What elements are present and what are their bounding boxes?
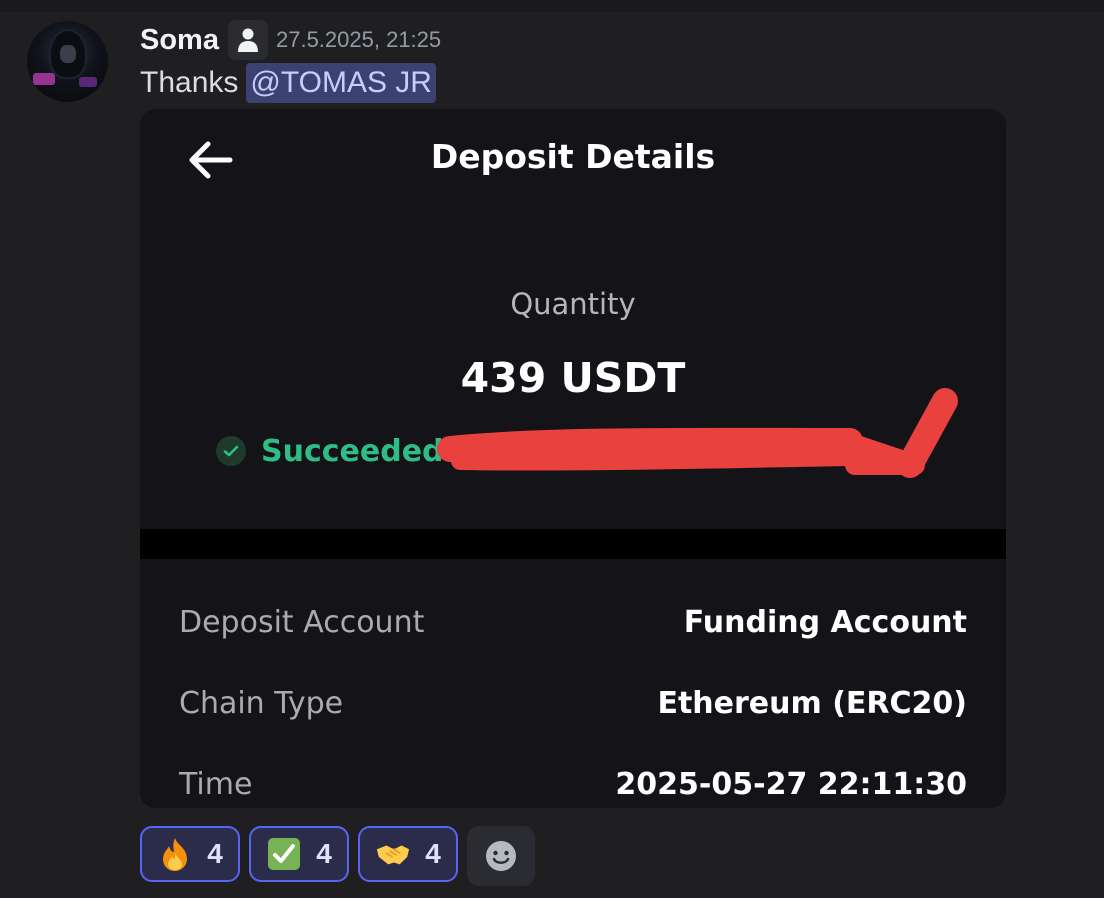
- success-check-icon: [216, 436, 246, 466]
- message-text: Thanks: [140, 66, 239, 99]
- message-header: Soma 27.5.2025, 21:25: [140, 20, 441, 60]
- deposit-info-panel: Deposit Account Funding Account Chain Ty…: [140, 559, 1006, 808]
- reaction-count: 4: [425, 838, 441, 869]
- handshake-icon: [375, 836, 411, 872]
- check-mark-button-icon: [266, 836, 302, 872]
- message-body: Thanks @TOMAS JR: [140, 62, 436, 104]
- detail-row-deposit-account: Deposit Account Funding Account: [179, 600, 967, 644]
- smiley-icon: [486, 841, 516, 871]
- detail-label: Deposit Account: [179, 604, 425, 640]
- reaction-bar: 4 4 4: [140, 826, 535, 886]
- avatar-face: [60, 45, 76, 63]
- status-row: Succeeded: [216, 431, 444, 471]
- reaction-count: 4: [207, 838, 223, 869]
- detail-value: Ethereum (ERC20): [657, 685, 967, 721]
- image-attachment[interactable]: Deposit Details Quantity 439 USDT Succee…: [140, 109, 1006, 808]
- detail-row-time: Time 2025-05-27 22:11:30: [179, 762, 967, 806]
- status-succeeded: Succeeded: [261, 433, 444, 469]
- red-redaction-scribble: [437, 388, 958, 478]
- quantity-label: Quantity: [510, 287, 636, 321]
- message-timestamp: 27.5.2025, 21:25: [275, 27, 442, 52]
- avatar[interactable]: [27, 21, 108, 102]
- username[interactable]: Soma: [140, 24, 219, 57]
- detail-value: Funding Account: [683, 604, 967, 640]
- deposit-header-panel: Deposit Details Quantity 439 USDT Succee…: [140, 109, 1006, 529]
- user-mention[interactable]: @TOMAS JR: [246, 63, 436, 103]
- avatar-glow-secondary: [79, 77, 97, 87]
- role-badge[interactable]: [227, 20, 268, 60]
- reaction-handshake[interactable]: 4: [358, 826, 458, 882]
- avatar-glow: [33, 73, 55, 85]
- chat-message: Soma 27.5.2025, 21:25 Thanks @TOMAS JR D…: [0, 0, 1104, 898]
- reaction-fire[interactable]: 4: [140, 826, 240, 882]
- reaction-check[interactable]: 4: [249, 826, 349, 882]
- person-icon: [237, 28, 258, 52]
- detail-label: Time: [179, 766, 253, 802]
- reaction-count: 4: [316, 838, 332, 869]
- detail-label: Chain Type: [179, 685, 344, 721]
- detail-value: 2025-05-27 22:11:30: [615, 766, 967, 802]
- fire-icon: [157, 836, 193, 872]
- add-reaction-button[interactable]: [467, 826, 535, 886]
- deposit-details-title: Deposit Details: [430, 137, 716, 176]
- detail-row-chain-type: Chain Type Ethereum (ERC20): [179, 681, 967, 725]
- section-divider: [140, 529, 1006, 559]
